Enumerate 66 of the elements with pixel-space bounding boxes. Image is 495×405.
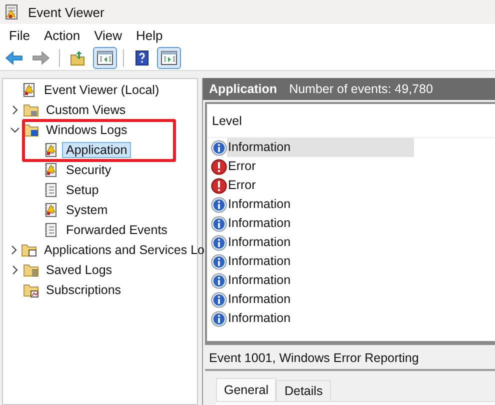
log-icon <box>43 202 59 218</box>
tree-item[interactable]: Forwarded Events <box>62 222 172 238</box>
folder-icon <box>23 102 39 118</box>
folder-icon <box>23 122 39 138</box>
pane-icon <box>160 50 178 66</box>
info-icon <box>211 140 227 156</box>
window-title: Event Viewer <box>28 4 104 20</box>
table-cell[interactable]: Information <box>227 271 414 290</box>
tree-item[interactable]: Setup <box>62 182 103 198</box>
folder-icon <box>21 242 37 258</box>
table-cell[interactable]: Information <box>227 138 414 157</box>
log-icon <box>43 182 59 198</box>
table-cell[interactable]: Error <box>227 157 414 176</box>
info-icon <box>211 292 227 308</box>
tree-item[interactable]: Custom Views <box>42 102 130 118</box>
table-cell[interactable]: Information <box>227 309 414 328</box>
info-icon <box>211 254 227 270</box>
tab[interactable]: Details <box>276 380 331 401</box>
log-icon <box>43 142 59 158</box>
table-cell[interactable]: Information <box>227 214 414 233</box>
column-header[interactable]: Level <box>207 114 242 128</box>
pane-icon <box>96 50 114 66</box>
table-cell[interactable]: Information <box>227 290 414 309</box>
table-cell[interactable]: Error <box>227 176 414 195</box>
info-icon <box>211 196 227 212</box>
menu-item[interactable]: File <box>2 26 37 44</box>
folder-up-icon <box>69 50 87 66</box>
event-log-icon <box>21 82 37 98</box>
info-icon <box>211 272 227 288</box>
event-title: Event 1001, Windows Error Reporting <box>205 345 495 371</box>
menu-item[interactable]: Help <box>129 26 170 44</box>
tree-item[interactable]: Event Viewer (Local) <box>40 82 164 98</box>
chevron-right-icon[interactable] <box>10 265 20 275</box>
menu-item[interactable]: Action <box>36 26 88 44</box>
info-icon <box>211 216 227 232</box>
chevron-right-icon[interactable] <box>9 245 19 255</box>
log-icon <box>43 222 59 238</box>
log-name: Application <box>209 82 278 96</box>
tree-item[interactable]: Security <box>62 162 116 178</box>
tree-item[interactable]: Applications and Services Lo <box>40 242 209 258</box>
log-icon <box>43 162 59 178</box>
tree-item[interactable]: System <box>62 202 112 218</box>
chevron-right-icon[interactable] <box>10 105 20 115</box>
event-log-icon <box>4 4 20 20</box>
pane-toggle-button[interactable] <box>157 47 181 69</box>
table-cell[interactable]: Information <box>227 252 414 271</box>
tree-item[interactable]: Subscriptions <box>42 282 126 298</box>
info-icon <box>211 310 227 326</box>
tree-item[interactable]: Application <box>62 142 132 158</box>
tree-item[interactable]: Saved Logs <box>42 262 116 278</box>
back-arrow-icon <box>5 50 23 66</box>
folder-icon <box>23 262 39 278</box>
table-cell[interactable]: Information <box>227 233 414 252</box>
folder-icon <box>23 282 39 298</box>
menu-item[interactable]: View <box>87 26 130 44</box>
error-icon <box>211 158 227 174</box>
chevron-down-icon[interactable] <box>10 125 20 135</box>
error-icon <box>211 178 227 194</box>
pane-toggle-button[interactable] <box>93 47 117 69</box>
event-count: Number of events: 49,780 <box>289 82 433 96</box>
info-icon <box>211 234 227 250</box>
forward-arrow-icon <box>32 50 50 66</box>
table-cell[interactable]: Information <box>227 195 414 214</box>
tab[interactable]: General <box>216 378 276 401</box>
help-icon <box>133 50 151 66</box>
tree-item[interactable]: Windows Logs <box>42 122 132 138</box>
